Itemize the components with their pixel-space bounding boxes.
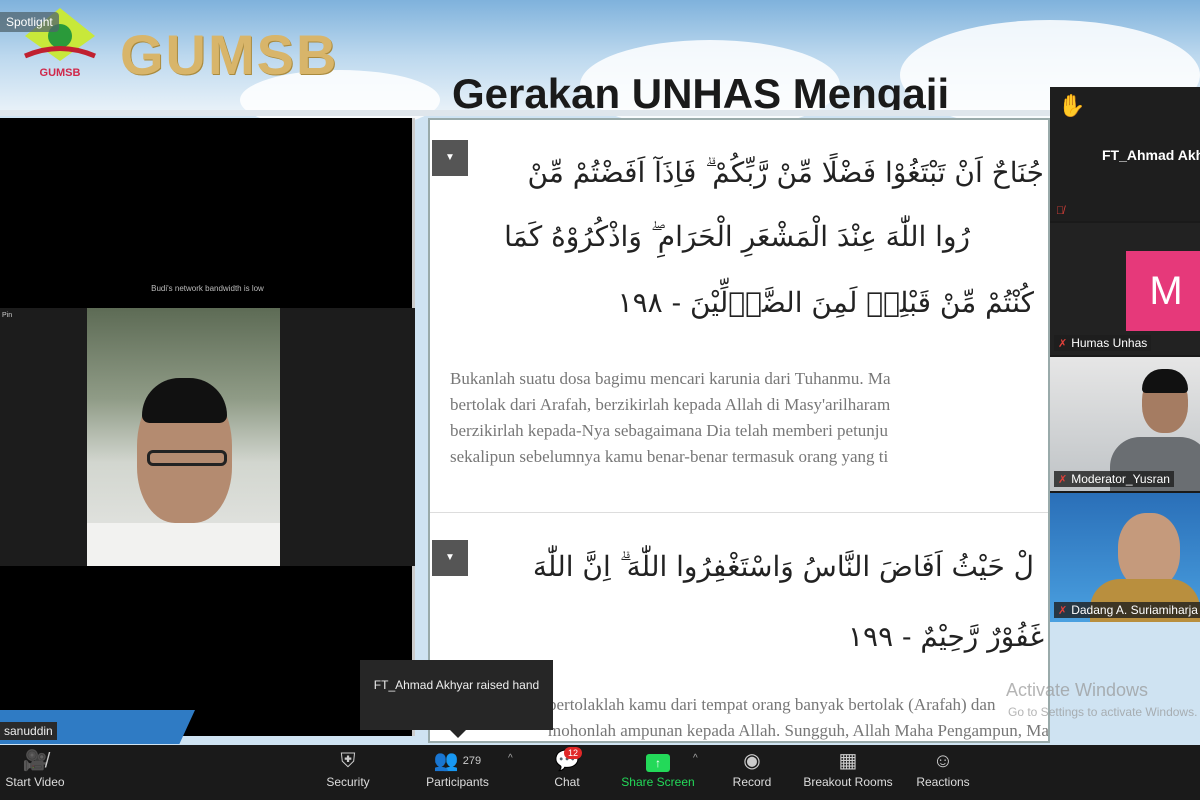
participant-face (1118, 513, 1180, 589)
arabic-verse-line: رُوا اللّٰهَ عِنْدَ الْمَشْعَرِ الْحَرَا… (504, 220, 970, 253)
video-off-icon: 🎥̸ (22, 750, 48, 772)
arabic-verse-line: جُنَاحٌ اَنْ تَبْتَغُوْا فَضْلًا مِّنْ ر… (527, 156, 1044, 189)
raised-hand-icon: ✋ (1058, 93, 1086, 118)
chat-button[interactable]: 💬 12 Chat (548, 745, 586, 800)
arabic-verse-line: لْ حَيْثُ اَفَاضَ النَّاسُ وَاسْتَغْفِرُ… (532, 550, 1034, 583)
participant-cap (1142, 369, 1188, 393)
dropdown-toggle[interactable]: ▼ (432, 140, 468, 176)
raised-hand-tooltip: FT_Ahmad Akhyar raised hand (360, 660, 553, 738)
shared-screen: ▼ جُنَاحٌ اَنْ تَبْتَغُوْا فَضْلًا مِّنْ… (428, 118, 1050, 743)
mic-muted-icon: ✗ (1058, 605, 1068, 617)
arabic-verse-line: كُنْتُمْ مِّنْ قَبْلِهٖ لَمِنَ الضَّاۤلِ… (617, 286, 1034, 319)
mic-muted-icon: ✗ (1058, 338, 1068, 350)
participant-tile[interactable]: M ✗ Humas Unhas (1050, 223, 1200, 355)
participant-gallery: ✋ FT_Ahmad Akhyar 🎙̸ M ✗Humas Unhas ✗Mod… (1050, 87, 1200, 622)
record-icon: ◉ (743, 750, 761, 772)
participant-tile[interactable]: ✋ FT_Ahmad Akhyar 🎙̸ (1050, 87, 1200, 221)
activate-windows-subtitle: Go to Settings to activate Windows. (1008, 705, 1198, 719)
participant-count: 279 (462, 755, 482, 767)
participant-name: Dadang A. Suriamiharja (1071, 603, 1198, 617)
translation-line: berzikirlah kepada-Nya sebagaimana Dia t… (450, 421, 889, 440)
svg-text:GUMSB: GUMSB (40, 67, 81, 79)
button-label: Share Screen (621, 775, 695, 789)
dropdown-toggle[interactable]: ▼ (432, 540, 468, 576)
verse-divider (430, 512, 1048, 513)
speaker-cap (142, 378, 227, 423)
share-screen-button[interactable]: ↑ Share Screen (618, 745, 698, 800)
chat-badge: 12 (564, 747, 583, 759)
translation-line: bertolaklah kamu dari tempat orang banya… (548, 695, 996, 714)
shield-icon: ⛨ (340, 750, 356, 772)
button-label: Reactions (916, 775, 970, 789)
button-label: Start Video (5, 775, 65, 789)
active-speaker-panel: Budi's network bandwidth is low Pin (0, 118, 415, 736)
speaker-glasses (147, 450, 227, 466)
self-name-label: sanuddin (0, 722, 57, 740)
button-label: Record (732, 775, 772, 789)
button-label: Breakout Rooms (803, 775, 893, 789)
breakout-rooms-button[interactable]: ▦ Breakout Rooms (798, 745, 898, 800)
speaker-video[interactable] (87, 308, 280, 566)
button-label: Participants (426, 775, 489, 789)
meeting-toolbar: 🎥̸ Start Video ⛨ Security 👥 279 Participa… (0, 745, 1200, 800)
avatar: M (1126, 251, 1200, 331)
participants-caret-icon[interactable]: ^ (508, 753, 513, 764)
brand-title: GUMSB (120, 23, 339, 86)
security-button[interactable]: ⛨ Security (318, 745, 378, 800)
participant-name: FT_Ahmad Akhyar (1102, 147, 1200, 163)
button-label: Chat (554, 775, 580, 789)
translation-line: mohonlah ampunan kepada Allah. Sungguh, … (548, 721, 1050, 740)
participant-name: Humas Unhas (1071, 336, 1148, 350)
speaker-shirt (87, 523, 280, 566)
button-label: Security (326, 775, 370, 789)
participant-name: Pin (2, 312, 13, 319)
bandwidth-warning: Budi's network bandwidth is low (151, 284, 264, 293)
participants-icon: 👥 279 (433, 750, 482, 772)
translation-line: bertolak dari Arafah, berzikirlah kepada… (450, 395, 891, 414)
mic-muted-icon: 🎙̸ (1056, 205, 1065, 217)
participant-tile[interactable]: ✗ Moderator_Yusran (1050, 357, 1200, 491)
participants-button[interactable]: 👥 279 Participants (420, 745, 495, 800)
reactions-icon: ☺ (932, 750, 954, 772)
share-screen-icon: ↑ (646, 754, 670, 772)
mic-muted-icon: ✗ (1058, 474, 1068, 486)
reactions-button[interactable]: ☺ Reactions (912, 745, 974, 800)
spotlight-label[interactable]: Spotlight (0, 12, 59, 32)
start-video-button[interactable]: 🎥̸ Start Video (0, 745, 70, 800)
virtual-background-banner: GUMSB GUMSB Gerakan UNHAS Mengaji Spotli… (0, 0, 1200, 130)
arabic-verse-line: غَفُوْرٌ رَّحِيْمٌ - ١٩٩ (848, 620, 1044, 653)
activate-windows-watermark: Activate Windows (1006, 680, 1149, 700)
speaker-video-row: Pin (0, 308, 415, 566)
participant-name: Moderator_Yusran (1071, 472, 1170, 486)
translation-line: Bukanlah suatu dosa bagimu mencari karun… (450, 369, 891, 388)
translation-line: sekalipun sebelumnya kamu benar-benar te… (450, 447, 889, 466)
participant-tile[interactable]: ✗ Dadang A. Suriamiharja (1050, 493, 1200, 622)
share-caret-icon[interactable]: ^ (693, 753, 698, 764)
breakout-rooms-icon: ▦ (838, 750, 858, 772)
divider (0, 110, 1200, 116)
record-button[interactable]: ◉ Record (728, 745, 776, 800)
banner-headline: Gerakan UNHAS Mengaji (452, 70, 950, 110)
